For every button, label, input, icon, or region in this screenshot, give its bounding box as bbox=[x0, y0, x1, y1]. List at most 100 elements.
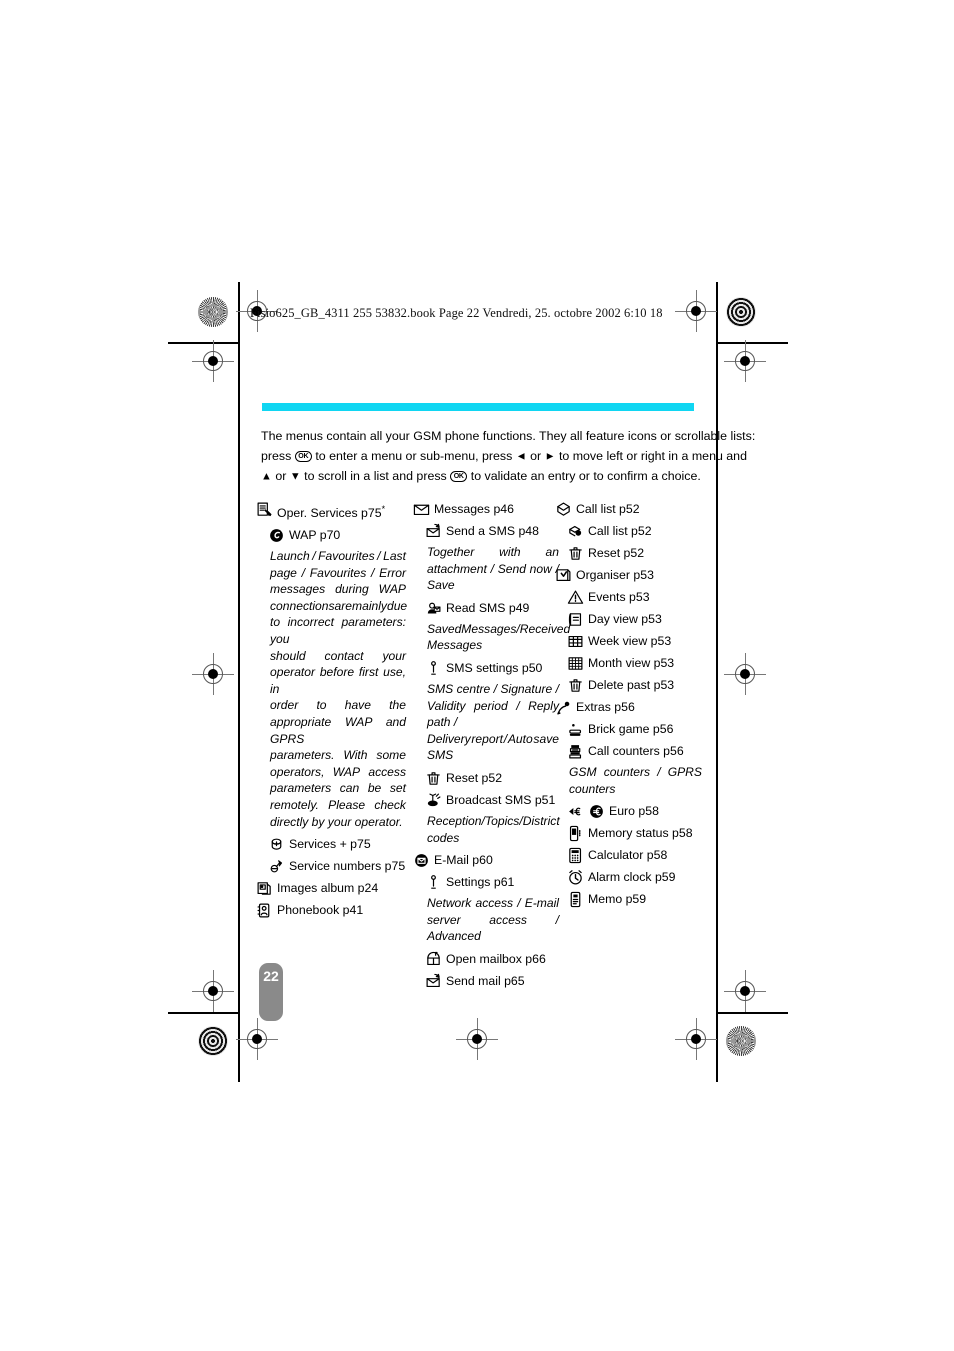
menu-item[interactable]: Call list p52 bbox=[555, 522, 702, 541]
note-word: / bbox=[301, 565, 306, 580]
up-arrow-icon: ▲ bbox=[261, 470, 272, 482]
menu-item[interactable]: Month view p53 bbox=[555, 654, 702, 673]
note-line: should contact your bbox=[270, 648, 406, 665]
menu-item[interactable]: Euro p58 bbox=[555, 802, 702, 821]
menu-item[interactable]: Call counters p56 bbox=[555, 742, 702, 761]
menu-item[interactable]: Images album p24 bbox=[256, 879, 406, 898]
menu-item[interactable]: Delete past p53 bbox=[555, 676, 702, 695]
note-line: parameters can be set bbox=[270, 780, 406, 797]
menu-item[interactable]: Settings p61 bbox=[413, 873, 559, 892]
note-word: during bbox=[335, 582, 369, 597]
menu-item[interactable]: Memo p59 bbox=[555, 890, 702, 909]
menu-item[interactable]: Services + p75 bbox=[256, 835, 406, 854]
menu-item[interactable]: Oper. Services p75* bbox=[256, 500, 406, 523]
menu-item-label: Reset p52 bbox=[446, 770, 503, 785]
intro-text-2c: to move left or right in a menu and bbox=[558, 448, 747, 463]
menu-item-label: Messages p46 bbox=[434, 502, 514, 516]
menu-item[interactable]: Day view p53 bbox=[555, 610, 702, 629]
menu-item[interactable]: Phonebook p41 bbox=[256, 901, 406, 920]
menu-item-label: Send mail p65 bbox=[446, 973, 525, 988]
service-numbers-icon bbox=[268, 858, 285, 875]
trim-line-top-left-horizontal bbox=[168, 342, 240, 344]
note-word: with bbox=[499, 545, 521, 559]
note-line: Launch / Favourites / Last bbox=[270, 548, 406, 565]
menu-item-label: Week view p53 bbox=[588, 634, 672, 648]
email-icon bbox=[413, 852, 430, 869]
menu-item-label: Brick game p56 bbox=[588, 722, 674, 736]
page-number: 22 bbox=[263, 968, 279, 984]
send-sms-icon bbox=[425, 523, 442, 540]
color-rosette-top-left bbox=[198, 297, 228, 327]
note-line: SMS centre / Signature / bbox=[427, 681, 559, 698]
menu-item[interactable]: Open mailbox p66 bbox=[413, 950, 559, 969]
menu-item-label: Read SMS p49 bbox=[446, 600, 530, 615]
note-word: / bbox=[377, 549, 381, 563]
menu-item[interactable]: WAP p70 bbox=[256, 526, 406, 545]
menu-item[interactable]: Week view p53 bbox=[555, 632, 702, 651]
registration-mark-bottom-left bbox=[236, 1018, 278, 1060]
note-line: server access / Advanced bbox=[427, 912, 559, 944]
menu-item[interactable]: Send mail p65 bbox=[413, 972, 559, 991]
note-line: counters bbox=[569, 781, 616, 796]
note-line: remotely. Please check bbox=[270, 797, 406, 814]
menu-item[interactable]: Broadcast SMS p51 bbox=[413, 791, 559, 810]
note-word: operators, bbox=[270, 764, 325, 779]
menu-item[interactable]: Events p53 bbox=[555, 588, 702, 607]
menu-item[interactable]: E-Mail p60 bbox=[413, 851, 559, 870]
menu-item[interactable]: Reset p52 bbox=[413, 769, 559, 788]
menu-item[interactable]: Reset p52 bbox=[555, 544, 702, 563]
menu-item-label: Open mailbox p66 bbox=[446, 951, 546, 966]
note-word: Auto bbox=[507, 731, 533, 746]
intro-text-3b: to validate an entry or to confirm a cho… bbox=[470, 468, 701, 483]
menu-item[interactable]: Memory status p58 bbox=[555, 824, 702, 843]
menu-item[interactable]: Messages p46 bbox=[413, 500, 559, 519]
note-word: WAP bbox=[332, 764, 361, 779]
right-arrow-icon: ► bbox=[544, 450, 556, 462]
note-word: now bbox=[529, 561, 552, 576]
note-line: page / Favourites / Error bbox=[270, 565, 406, 582]
note-line: Save bbox=[427, 578, 455, 593]
note-word: Delivery bbox=[427, 731, 471, 746]
page-number-tab: 22 bbox=[259, 963, 283, 1021]
note-word: are bbox=[334, 598, 353, 613]
menu-item[interactable]: Calculator p58 bbox=[555, 846, 702, 865]
color-rosette-bottom-right bbox=[726, 1026, 756, 1056]
menu-item-label: Phonebook p41 bbox=[277, 903, 364, 918]
running-header: Fisio625_GB_4311 255 53832.book Page 22 … bbox=[250, 306, 663, 320]
menu-item[interactable]: Read SMS p49 bbox=[413, 599, 559, 618]
menu-item-label: Alarm clock p59 bbox=[588, 870, 676, 885]
menu-item[interactable]: Brick game p56 bbox=[555, 720, 702, 739]
note-word: Signature bbox=[500, 681, 553, 696]
send-mail-icon bbox=[425, 973, 442, 990]
footnote-asterisk: * bbox=[381, 504, 386, 514]
events-icon bbox=[567, 589, 584, 606]
note-word: attachment bbox=[427, 561, 487, 576]
note-word: GPRS bbox=[667, 765, 702, 779]
menu-item[interactable]: Call list p52 bbox=[555, 500, 702, 519]
note-word: Please bbox=[328, 797, 366, 812]
menu-item[interactable]: Organiser p53 bbox=[555, 566, 702, 585]
menu-item-options-note: Network access / E-mail server access / Adva… bbox=[413, 895, 559, 945]
menu-column-1: Oper. Services p75* WAP p70 Launch / Favouri… bbox=[256, 500, 408, 923]
menu-item[interactable]: Extras p56 bbox=[555, 698, 702, 717]
menu-item-label: SMS settings p50 bbox=[446, 660, 543, 675]
note-word: check bbox=[374, 797, 406, 812]
menu-item[interactable]: SMS settings p50 bbox=[413, 659, 559, 678]
menu-item-label: Send a SMS p48 bbox=[446, 524, 539, 538]
menu-item[interactable]: Send a SMS p48 bbox=[413, 522, 559, 541]
menu-item-label: WAP p70 bbox=[289, 528, 341, 542]
note-word: messages bbox=[270, 582, 326, 597]
note-line: Saved Messages / Received bbox=[427, 621, 570, 638]
note-word: centre bbox=[456, 681, 491, 696]
note-line: operator before first use, in bbox=[270, 665, 406, 696]
menu-item[interactable]: Alarm clock p59 bbox=[555, 868, 702, 887]
note-word: should bbox=[270, 648, 306, 663]
menu-item-label: Euro p58 bbox=[609, 804, 659, 819]
note-word: Messages bbox=[461, 621, 517, 636]
menu-item[interactable]: Service numbers p75 bbox=[256, 857, 406, 876]
trim-line-bottom-right-horizontal bbox=[716, 1012, 788, 1014]
note-line: GSM counters / GPRS bbox=[569, 764, 702, 781]
registration-mark-mid-left bbox=[192, 340, 234, 382]
note-word: With bbox=[343, 748, 368, 763]
note-word: due bbox=[386, 598, 408, 613]
